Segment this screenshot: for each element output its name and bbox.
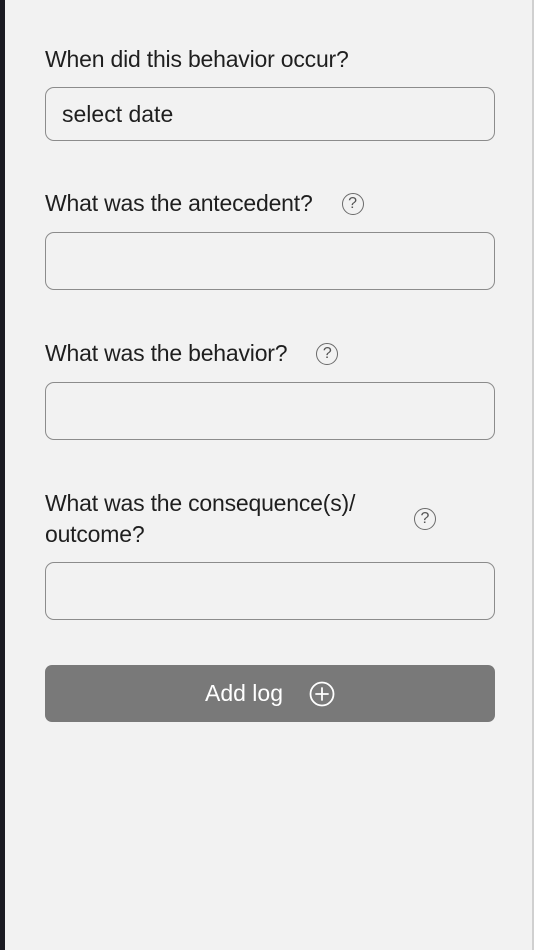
date-picker-value: select date — [62, 100, 174, 127]
behavior-input[interactable] — [45, 382, 495, 440]
behavior-question-row: What was the behavior? ? — [45, 338, 495, 369]
question-circle-icon[interactable]: ? — [316, 342, 339, 365]
add-log-button[interactable]: Add log — [45, 665, 495, 722]
antecedent-question-label: What was the antecedent? — [45, 190, 313, 216]
antecedent-question-row: What was the antecedent? ? — [45, 188, 495, 219]
antecedent-input[interactable] — [45, 232, 495, 290]
plus-circle-icon — [309, 681, 335, 706]
date-question-row: When did this behavior occur? — [45, 44, 495, 75]
consequence-input[interactable] — [45, 562, 495, 620]
help-glyph: ? — [420, 510, 430, 527]
consequence-label-line2: outcome? — [45, 521, 145, 547]
consequence-question-label: What was the consequence(s)/ outcome? — [45, 488, 390, 550]
window-edge-left — [0, 0, 5, 950]
behavior-question-label: What was the behavior? — [45, 340, 288, 366]
help-glyph: ? — [348, 194, 357, 212]
date-picker-field[interactable]: select date — [45, 87, 495, 141]
question-circle-icon[interactable]: ? — [341, 192, 364, 215]
consequence-label-line1: What was the consequence(s)/ — [45, 490, 356, 516]
question-circle-icon[interactable]: ? — [414, 508, 436, 530]
add-log-label: Add log — [204, 680, 283, 706]
consequence-question-row: What was the consequence(s)/ outcome? ? — [45, 488, 495, 550]
date-question-label: When did this behavior occur? — [45, 46, 349, 72]
help-glyph: ? — [322, 344, 332, 362]
